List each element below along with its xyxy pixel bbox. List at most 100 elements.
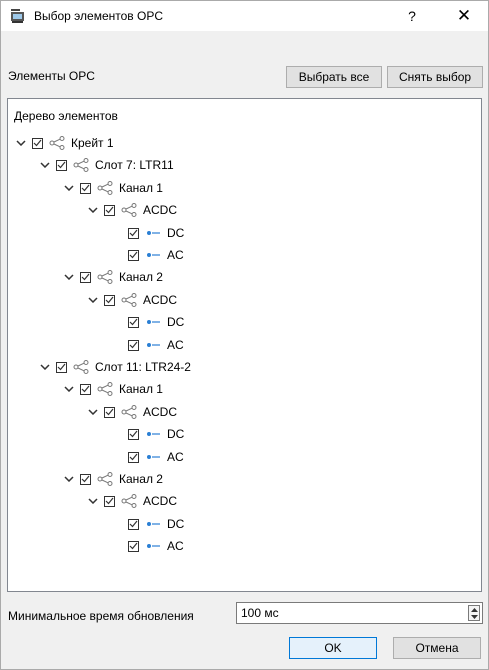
share-icon	[49, 136, 65, 150]
node-checkbox[interactable]	[104, 495, 115, 507]
node-checkbox[interactable]	[128, 451, 139, 463]
tree-node-label: Канал 1	[119, 382, 163, 396]
chevron-down-icon[interactable]	[62, 472, 76, 486]
section-label: Элементы OPC	[8, 69, 95, 83]
chevron-down-icon[interactable]	[86, 293, 100, 307]
update-interval-spinbox[interactable]: 100 мс	[236, 602, 483, 624]
tree-node[interactable]: Канал 1	[62, 379, 163, 399]
help-button[interactable]: ?	[397, 3, 427, 29]
tree-node-label: Слот 7: LTR11	[95, 158, 174, 172]
window-title: Выбор элементов OPC	[34, 9, 164, 23]
node-checkbox[interactable]	[128, 227, 139, 239]
signal-tag-icon	[145, 248, 161, 262]
signal-tag-icon	[145, 450, 161, 464]
title-bar[interactable]: Выбор элементов OPC ? ✕	[1, 1, 488, 31]
tree-node[interactable]: AC	[128, 335, 184, 355]
tree-node-label: DC	[167, 315, 185, 329]
tree-node[interactable]: AC	[128, 536, 184, 556]
tree-node[interactable]: Крейт 1	[14, 133, 114, 153]
tree-node[interactable]: DC	[128, 424, 184, 444]
tree-node-label: Слот 11: LTR24-2	[95, 360, 191, 374]
tree-header: Дерево элементов	[14, 109, 118, 123]
node-checkbox[interactable]	[128, 428, 139, 440]
tree-node[interactable]: Канал 2	[62, 267, 163, 287]
share-icon	[97, 270, 113, 284]
tree-node-label: AC	[167, 338, 184, 352]
tree-node-label: Крейт 1	[71, 136, 114, 150]
signal-tag-icon	[145, 226, 161, 240]
share-icon	[97, 181, 113, 195]
signal-tag-icon	[145, 427, 161, 441]
node-checkbox[interactable]	[128, 518, 139, 530]
spin-arrows	[468, 605, 480, 621]
chevron-down-icon[interactable]	[62, 270, 76, 284]
close-button[interactable]: ✕	[447, 3, 481, 29]
tree-node[interactable]: ACDC	[86, 491, 177, 511]
tree-node-label: Канал 2	[119, 472, 163, 486]
chevron-down-icon[interactable]	[38, 158, 52, 172]
cancel-button[interactable]: Отмена	[393, 637, 481, 659]
share-icon	[121, 405, 137, 419]
node-checkbox[interactable]	[56, 361, 67, 373]
tree-node-label: DC	[167, 427, 185, 441]
chevron-down-icon[interactable]	[62, 181, 76, 195]
chevron-down-icon[interactable]	[62, 382, 76, 396]
tree-node[interactable]: AC	[128, 447, 184, 467]
chevron-down-icon[interactable]	[38, 360, 52, 374]
node-checkbox[interactable]	[128, 540, 139, 552]
node-checkbox[interactable]	[56, 159, 67, 171]
element-tree[interactable]: Дерево элементов Крейт 1 Слот 7: LTR11 Кан…	[7, 98, 482, 592]
dialog-window: Выбор элементов OPC ? ✕ Элементы OPC Выб…	[0, 0, 489, 670]
tree-node[interactable]: AC	[128, 245, 184, 265]
tree-node-label: DC	[167, 517, 185, 531]
share-icon	[121, 203, 137, 217]
node-checkbox[interactable]	[128, 316, 139, 328]
tree-node[interactable]: DC	[128, 223, 184, 243]
update-interval-value: 100 мс	[241, 606, 279, 620]
tree-node-label: Канал 1	[119, 181, 163, 195]
node-checkbox[interactable]	[128, 249, 139, 261]
node-checkbox[interactable]	[104, 406, 115, 418]
share-icon	[97, 472, 113, 486]
node-checkbox[interactable]	[32, 137, 43, 149]
node-checkbox[interactable]	[104, 294, 115, 306]
tree-node[interactable]: DC	[128, 312, 184, 332]
tree-node[interactable]: Канал 2	[62, 469, 163, 489]
tree-node-label: ACDC	[143, 203, 178, 217]
node-checkbox[interactable]	[80, 473, 91, 485]
spin-up-icon[interactable]	[469, 606, 479, 613]
share-icon	[121, 293, 137, 307]
tree-node[interactable]: ACDC	[86, 290, 177, 310]
tree-node-label: ACDC	[143, 293, 178, 307]
share-icon	[97, 382, 113, 396]
node-checkbox[interactable]	[80, 383, 91, 395]
tree-node[interactable]: Канал 1	[62, 178, 163, 198]
select-all-button[interactable]: Выбрать все	[286, 66, 382, 88]
node-checkbox[interactable]	[104, 204, 115, 216]
node-checkbox[interactable]	[128, 339, 139, 351]
tree-node-label: AC	[167, 450, 184, 464]
tree-node-label: ACDC	[143, 405, 178, 419]
tree-node-label: DC	[167, 226, 185, 240]
share-icon	[73, 360, 89, 374]
tree-node-label: AC	[167, 248, 184, 262]
signal-tag-icon	[145, 315, 161, 329]
node-checkbox[interactable]	[80, 271, 91, 283]
spin-down-icon[interactable]	[469, 613, 479, 620]
node-checkbox[interactable]	[80, 182, 91, 194]
chevron-down-icon[interactable]	[86, 203, 100, 217]
chevron-down-icon[interactable]	[86, 494, 100, 508]
tree-node[interactable]: Слот 11: LTR24-2	[38, 357, 191, 377]
tree-node[interactable]: Слот 7: LTR11	[38, 155, 174, 175]
tree-node-label: AC	[167, 539, 184, 553]
clear-selection-button[interactable]: Снять выбор	[387, 66, 483, 88]
chevron-down-icon[interactable]	[86, 405, 100, 419]
signal-tag-icon	[145, 338, 161, 352]
update-interval-label: Минимальное время обновления	[8, 609, 194, 623]
tree-node[interactable]: ACDC	[86, 402, 177, 422]
tree-node[interactable]: ACDC	[86, 200, 177, 220]
chevron-down-icon[interactable]	[14, 136, 28, 150]
ok-button[interactable]: OK	[289, 637, 377, 659]
tree-node-label: Канал 2	[119, 270, 163, 284]
tree-node[interactable]: DC	[128, 514, 184, 534]
